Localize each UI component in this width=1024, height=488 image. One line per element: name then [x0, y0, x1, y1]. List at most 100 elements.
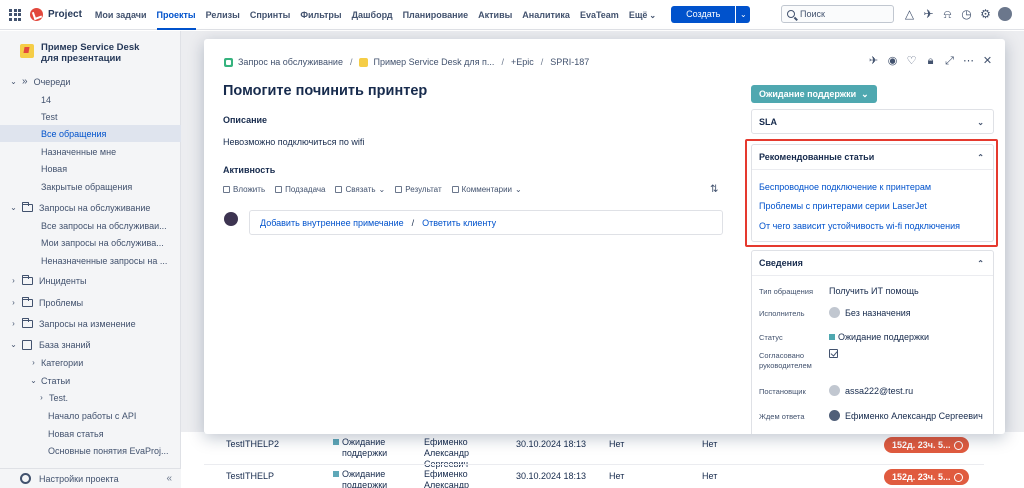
- breadcrumb: Запрос на обслуживание / Пример Service …: [224, 57, 589, 67]
- nav-filters[interactable]: Фильтры: [295, 0, 346, 30]
- description-text[interactable]: Невозможно подключиться по wifi: [223, 137, 364, 147]
- folder-icon: [22, 201, 33, 212]
- folder-icon: [22, 317, 33, 328]
- search-input[interactable]: Поиск: [781, 5, 894, 23]
- assignee-value[interactable]: Без назначения: [829, 307, 911, 318]
- sla-panel-header[interactable]: SLA ⌄: [752, 110, 993, 134]
- nav-my-tasks[interactable]: Мои задачи: [90, 0, 152, 30]
- sidebar-item-problems[interactable]: › Проблемы: [0, 294, 181, 311]
- create-dropdown-button[interactable]: ⌄: [735, 6, 751, 23]
- sidebar-item-knowledge-base[interactable]: ⌄ База знаний: [0, 336, 181, 353]
- brand-logo[interactable]: [30, 8, 43, 21]
- chevron-up-icon: ⌃: [977, 258, 984, 268]
- row-c2: Нет: [702, 439, 718, 449]
- collapse-sidebar-icon[interactable]: «: [166, 473, 172, 484]
- nav-planning[interactable]: Планирование: [398, 0, 474, 30]
- sidebar-item-change-requests[interactable]: › Запросы на изменение: [0, 315, 181, 332]
- breadcrumb-type[interactable]: Запрос на обслуживание: [238, 57, 343, 67]
- sidebar-item-incidents[interactable]: › Инциденты: [0, 272, 181, 289]
- comment-box[interactable]: Добавить внутреннее примечание / Ответит…: [249, 210, 723, 235]
- background-table: TestITHELP2 Ожидание поддержки Ефименко …: [204, 432, 1024, 488]
- nav-releases[interactable]: Релизы: [201, 0, 245, 30]
- sidebar-item-all-service-requests[interactable]: Все запросы на обслуживаи...: [0, 217, 181, 234]
- nav-analytics[interactable]: Аналитика: [517, 0, 575, 30]
- reporter-value[interactable]: assa222@test.ru: [829, 385, 913, 396]
- waiting-value[interactable]: Ефименко Александр Сергеевич: [829, 410, 983, 421]
- request-type-value[interactable]: Получить ИТ помощь: [829, 286, 919, 296]
- sidebar-item-articles[interactable]: ⌄ Статьи: [0, 372, 181, 389]
- project-header[interactable]: Пример Service Desk для презентации: [0, 31, 180, 64]
- expand-icon[interactable]: ⤢: [944, 56, 955, 67]
- result-button[interactable]: Результат: [395, 185, 442, 194]
- nav-more[interactable]: Ещё ⌄: [624, 0, 661, 30]
- status-transition-button[interactable]: Ожидание поддержки ⌄: [751, 85, 877, 103]
- bell-icon[interactable]: ⍾: [941, 7, 954, 21]
- sidebar-item-queue-14[interactable]: 14: [0, 91, 181, 108]
- subtask-button[interactable]: Подзадача: [275, 185, 325, 194]
- settings-gear-icon[interactable]: ⚙: [979, 7, 992, 21]
- sidebar-item-new[interactable]: Новая: [0, 160, 181, 177]
- app-switcher-icon[interactable]: [9, 8, 21, 21]
- sidebar-item-article-api[interactable]: Начало работы с API: [0, 407, 181, 424]
- sla-panel[interactable]: SLA ⌄: [751, 109, 994, 134]
- reply-client-link[interactable]: Ответить клиенту: [422, 218, 496, 228]
- project-settings[interactable]: Настройки проекта «: [0, 468, 181, 488]
- more-icon[interactable]: ⋯: [963, 56, 974, 67]
- nav-dashboard[interactable]: Дашборд: [347, 0, 398, 30]
- sla-badge-text: 152д. 23ч. 5...: [892, 440, 951, 450]
- panel-divider: [752, 275, 993, 276]
- sidebar-item-unassigned-requests[interactable]: Неназначенные запросы на ...: [0, 252, 181, 269]
- create-button[interactable]: Создать: [671, 6, 736, 23]
- breadcrumb-epic[interactable]: +Epic: [511, 57, 534, 67]
- approved-checkbox[interactable]: [829, 349, 838, 358]
- pin-icon[interactable]: ✈: [922, 7, 935, 21]
- search-icon: [787, 10, 795, 18]
- sidebar-item-article-test[interactable]: › Test.: [0, 389, 181, 406]
- breadcrumb-key[interactable]: SPRI-187: [550, 57, 589, 67]
- sidebar-item-closed[interactable]: Закрытые обращения: [0, 178, 181, 195]
- link-button[interactable]: Связать ⌄: [335, 185, 385, 194]
- sidebar-item-assigned-to-me[interactable]: Назначенные мне: [0, 143, 181, 160]
- result-icon: [395, 186, 403, 193]
- sidebar-item-my-service-requests[interactable]: Мои запросы на обслужива...: [0, 234, 181, 251]
- close-icon[interactable]: ✕: [982, 56, 993, 67]
- row-status-text: Ожидание поддержки: [342, 437, 388, 458]
- lock-icon[interactable]: 🔒︎: [925, 56, 936, 67]
- sidebar-item-article-new[interactable]: Новая статья: [0, 425, 181, 442]
- table-row[interactable]: TestITHELP2 Ожидание поддержки Ефименко …: [204, 432, 984, 469]
- search-placeholder: Поиск: [800, 9, 825, 19]
- sidebar-item-label: Проблемы: [39, 297, 84, 308]
- status-value[interactable]: Ожидание поддержки: [829, 332, 929, 342]
- breadcrumb-project[interactable]: Пример Service Desk для п...: [373, 57, 494, 67]
- sidebar-item-categories[interactable]: › Категории: [0, 354, 181, 371]
- details-panel-header[interactable]: Сведения ⌃: [752, 251, 993, 275]
- watch-eye-icon[interactable]: ◉: [887, 56, 898, 67]
- sidebar-item-service-requests[interactable]: ⌄ Запросы на обслуживание: [0, 199, 181, 216]
- brand-name[interactable]: Project: [48, 9, 82, 20]
- avatar: [829, 410, 840, 421]
- sort-icon[interactable]: ⇅: [710, 184, 718, 195]
- avatar: [829, 307, 840, 318]
- sidebar-item-queues[interactable]: ⌄ » Очереди: [0, 73, 181, 90]
- project-icon: [359, 57, 369, 67]
- nav-projects[interactable]: Проекты: [152, 0, 201, 30]
- checkbox-checked-icon: [829, 349, 838, 358]
- row-c1: Нет: [609, 439, 625, 449]
- like-icon[interactable]: ♡: [906, 56, 917, 67]
- sidebar-item-article-basics[interactable]: Основные понятия EvaProj...: [0, 442, 181, 459]
- table-row[interactable]: TestITHELP Ожидание поддержки Ефименко А…: [204, 464, 984, 488]
- nav-sprints[interactable]: Спринты: [245, 0, 296, 30]
- comments-filter-button[interactable]: Комментарии ⌄: [451, 185, 522, 194]
- user-avatar[interactable]: [998, 7, 1012, 21]
- nav-assets[interactable]: Активы: [473, 0, 517, 30]
- pin-icon[interactable]: ✈: [868, 56, 879, 67]
- attach-button[interactable]: Вложить: [223, 185, 265, 194]
- add-internal-note-link[interactable]: Добавить внутреннее примечание: [260, 218, 404, 228]
- row-c1: Нет: [609, 471, 625, 481]
- nav-evateam[interactable]: EvaTeam: [575, 0, 624, 30]
- sidebar-item-queue-test[interactable]: Test: [0, 108, 181, 125]
- history-icon[interactable]: ◷: [960, 7, 973, 21]
- recycle-icon[interactable]: △: [903, 7, 916, 21]
- issue-title[interactable]: Помогите починить принтер: [223, 83, 427, 99]
- sidebar-item-all-requests[interactable]: Все обращения: [0, 125, 181, 142]
